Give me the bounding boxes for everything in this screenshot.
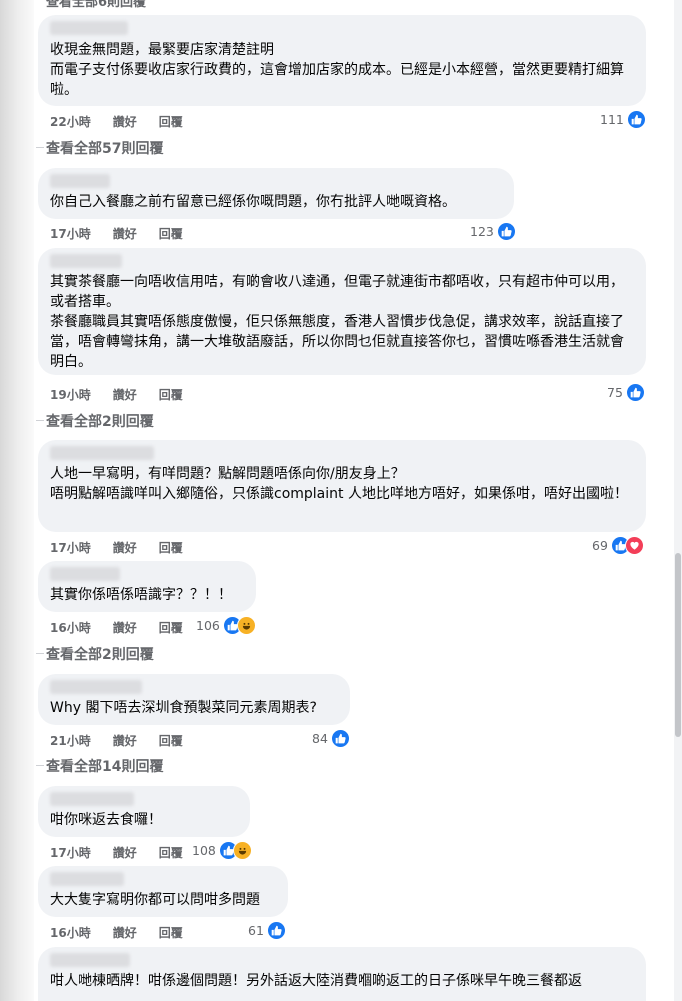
reply-button[interactable]: 回覆 [159, 734, 183, 748]
reaction-count: 69 [592, 538, 608, 553]
comment-time[interactable]: 17小時 [50, 846, 91, 860]
comment-bubble: 其實茶餐廳一向唔收信用咭，有啲會收八達通，但電子就連街市都唔收，只有超市仲可以用… [38, 248, 646, 375]
like-button[interactable]: 讚好 [113, 621, 137, 635]
reply-button[interactable]: 回覆 [159, 846, 183, 860]
like-button[interactable]: 讚好 [113, 115, 137, 129]
comment-bubble: 你自己入餐廳之前冇留意已經係你嘅問題，你冇批評人哋嘅資格。 [38, 168, 514, 219]
view-replies-link[interactable]: 查看全部2則回覆 [46, 644, 154, 664]
like-button[interactable]: 讚好 [113, 227, 137, 241]
reaction-summary[interactable]: 108 [192, 841, 252, 860]
like-reaction-icon [626, 110, 646, 129]
reaction-summary[interactable]: 111 [600, 110, 646, 129]
comment-time[interactable]: 16小時 [50, 621, 91, 635]
reply-button[interactable]: 回覆 [159, 115, 183, 129]
author-name-redacted[interactable] [50, 792, 134, 806]
view-replies-link[interactable]: 查看全部6則回覆 [46, 0, 146, 10]
comment-actions: 16小時 讚好 回覆 [50, 924, 205, 941]
love-reaction-icon [624, 536, 644, 555]
reply-button[interactable]: 回覆 [159, 926, 183, 940]
comment-time[interactable]: 16小時 [50, 926, 91, 940]
like-reaction-icon [266, 921, 286, 940]
reaction-summary[interactable]: 69 [592, 536, 644, 555]
comment-text: 大大隻字寫明你都可以問咁多問題 [50, 892, 260, 908]
thread-connector [36, 765, 44, 766]
like-button[interactable]: 讚好 [113, 926, 137, 940]
scrollbar-thumb[interactable] [675, 553, 681, 737]
like-button[interactable]: 讚好 [113, 541, 137, 555]
comment-actions: 21小時 讚好 回覆 [50, 732, 205, 749]
like-reaction-icon [496, 222, 516, 241]
haha-reaction-icon [232, 841, 252, 860]
reaction-summary[interactable]: 75 [607, 383, 645, 402]
comment-bubble: 大大隻字寫明你都可以問咁多問題 [38, 866, 288, 917]
author-name-redacted[interactable] [50, 567, 120, 581]
reaction-summary[interactable]: 106 [196, 616, 256, 635]
author-name-redacted[interactable] [50, 174, 110, 188]
author-name-redacted[interactable] [50, 872, 124, 886]
author-name-redacted[interactable] [50, 680, 142, 694]
comment-time[interactable]: 19小時 [50, 388, 91, 402]
author-name-redacted[interactable] [50, 446, 154, 460]
scrollbar-track[interactable] [674, 0, 682, 1001]
reaction-count: 61 [248, 923, 264, 938]
reply-button[interactable]: 回覆 [159, 541, 183, 555]
comment-actions: 17小時 讚好 回覆 [50, 539, 205, 556]
author-name-redacted[interactable] [50, 953, 130, 967]
view-replies-link[interactable]: 查看全部57則回覆 [46, 138, 163, 158]
comment-text: 咁人哋棟晒牌！咁係邊個問題！另外話返大陸消費嗰啲返工的日子係咪早午晚三餐都返 [50, 973, 582, 989]
comment-bubble: 人地一早寫明，有咩問題？點解問題唔係向你/朋友身上？ 唔明點解唔識咩叫入鄉隨俗，… [38, 440, 646, 532]
reply-button[interactable]: 回覆 [159, 227, 183, 241]
comment-bubble: 咁人哋棟晒牌！咁係邊個問題！另外話返大陸消費嗰啲返工的日子係咪早午晚三餐都返 [38, 947, 646, 1001]
comment-actions: 17小時 讚好 回覆 [50, 844, 205, 861]
thread-connector [36, 653, 44, 654]
reaction-count: 106 [196, 618, 220, 633]
comment-bubble: 收現金無問題，最緊要店家清楚註明 而電子支付係要收店家行政費的，這會增加店家的成… [38, 15, 646, 106]
comment-text: 其實茶餐廳一向唔收信用咭，有啲會收八達通，但電子就連街市都唔收，只有超市仲可以用… [50, 274, 624, 370]
left-gutter [0, 0, 34, 1001]
view-replies-link[interactable]: 查看全部14則回覆 [46, 756, 163, 776]
comment-actions: 22小時 讚好 回覆 [50, 113, 205, 130]
author-name-redacted[interactable] [50, 254, 122, 268]
comment-bubble: 咁你咪返去食囉！ [38, 786, 250, 837]
comment-text: Why 閣下唔去深圳食預製菜同元素周期表? [50, 700, 317, 716]
comment-text: 收現金無問題，最緊要店家清楚註明 而電子支付係要收店家行政費的，這會增加店家的成… [50, 42, 624, 98]
thread-connector [36, 147, 44, 148]
reaction-count: 123 [470, 224, 494, 239]
reaction-summary[interactable]: 61 [248, 921, 286, 940]
comment-text: 其實你係唔係唔識字？？！！ [50, 587, 232, 603]
reaction-count: 75 [607, 385, 623, 400]
reaction-summary[interactable]: 84 [312, 729, 350, 748]
like-reaction-icon [625, 383, 645, 402]
comment-time[interactable]: 21小時 [50, 734, 91, 748]
comment-actions: 19小時 讚好 回覆 [50, 386, 205, 403]
comment-bubble: Why 閣下唔去深圳食預製菜同元素周期表? [38, 674, 350, 725]
comment-text: 咁你咪返去食囉！ [50, 812, 162, 828]
comment-bubble: 其實你係唔係唔識字？？！！ [38, 561, 256, 612]
like-reaction-icon [330, 729, 350, 748]
like-button[interactable]: 讚好 [113, 388, 137, 402]
comment-time[interactable]: 22小時 [50, 115, 91, 129]
comment-actions: 16小時 讚好 回覆 [50, 619, 205, 636]
haha-reaction-icon [236, 616, 256, 635]
reaction-count: 84 [312, 731, 328, 746]
thread-connector [36, 420, 44, 421]
view-replies-link[interactable]: 查看全部2則回覆 [46, 411, 154, 431]
comment-time[interactable]: 17小時 [50, 227, 91, 241]
reaction-summary[interactable]: 123 [470, 222, 516, 241]
comment-text: 你自己入餐廳之前冇留意已經係你嘅問題，你冇批評人哋嘅資格。 [50, 194, 456, 210]
comment-text: 人地一早寫明，有咩問題？點解問題唔係向你/朋友身上？ 唔明點解唔識咩叫入鄉隨俗，… [50, 466, 628, 502]
reply-button[interactable]: 回覆 [159, 388, 183, 402]
reaction-count: 108 [192, 843, 216, 858]
like-button[interactable]: 讚好 [113, 734, 137, 748]
like-button[interactable]: 讚好 [113, 846, 137, 860]
reply-button[interactable]: 回覆 [159, 621, 183, 635]
comment-actions: 17小時 讚好 回覆 [50, 225, 205, 242]
author-name-redacted[interactable] [50, 21, 128, 35]
comment-time[interactable]: 17小時 [50, 541, 91, 555]
reaction-count: 111 [600, 112, 624, 127]
